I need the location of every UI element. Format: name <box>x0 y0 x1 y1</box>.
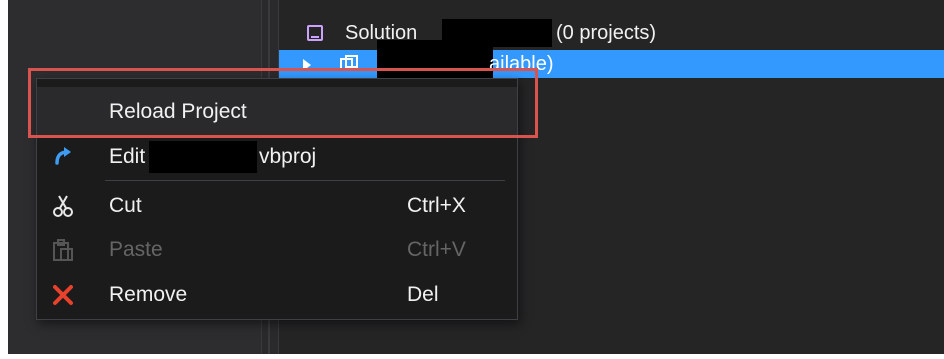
menu-item-paste[interactable]: Paste Ctrl+V <box>37 231 517 269</box>
menu-item-cut[interactable]: Cut Ctrl+X <box>37 187 517 225</box>
solution-icon <box>307 25 323 41</box>
menu-item-edit-project-file[interactable]: Edit vbproj <box>37 138 517 176</box>
scissors-icon <box>53 195 73 217</box>
close-icon <box>53 285 73 305</box>
menu-item-shortcut: Ctrl+X <box>407 194 466 217</box>
clipboard-icon <box>53 239 73 261</box>
menu-item-label: Edit <box>109 145 146 168</box>
menu-item-label: Cut <box>109 194 142 217</box>
edit-arrow-icon <box>55 147 71 165</box>
menu-item-label: Remove <box>109 283 188 306</box>
redacted-project-filename <box>149 141 257 173</box>
menu-separator <box>105 180 505 181</box>
annotation-highlight-box <box>28 68 538 138</box>
menu-item-label: Paste <box>109 238 163 261</box>
menu-item-remove[interactable]: Remove Del <box>37 276 517 314</box>
menu-item-shortcut: Ctrl+V <box>407 238 466 261</box>
menu-item-shortcut: Del <box>407 283 439 306</box>
solution-project-count: (0 projects) <box>556 22 657 44</box>
menu-item-label-suffix: vbproj <box>259 145 317 168</box>
